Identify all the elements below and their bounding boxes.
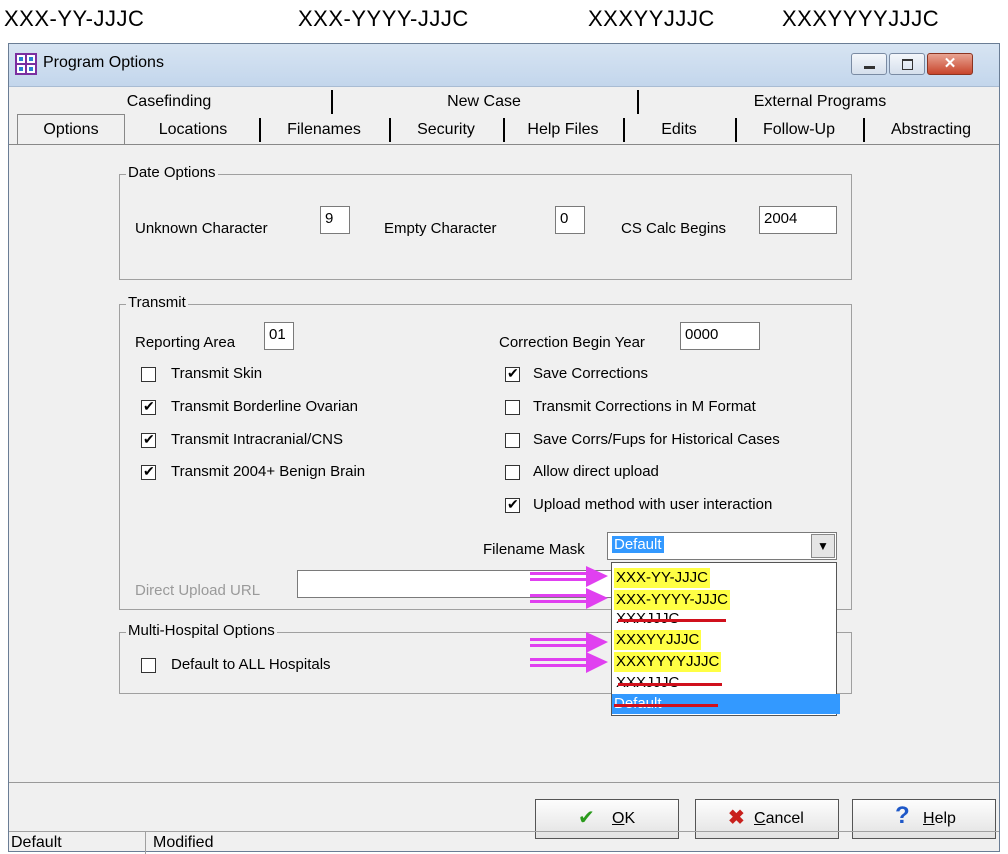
tab-edits[interactable]: Edits xyxy=(625,121,733,139)
filename-mask-combo[interactable]: Default ▼ xyxy=(607,532,837,560)
group-title: Transmit xyxy=(126,294,188,311)
status-separator xyxy=(145,832,146,854)
caption-mask-4: XXXYYYYJJJC xyxy=(782,6,940,31)
app-icon xyxy=(15,53,37,75)
upload-user-interaction-checkbox[interactable] xyxy=(505,496,520,513)
ok-label: K xyxy=(624,810,636,827)
help-label: elp xyxy=(934,810,956,827)
tab-new-case[interactable]: New Case xyxy=(333,93,635,111)
cs-calc-begins-input[interactable]: 2004 xyxy=(759,206,837,234)
annotation-arrows xyxy=(530,566,608,673)
empty-character-label: Empty Character xyxy=(384,220,497,237)
save-corrs-fups-label[interactable]: Save Corrs/Fups for Historical Cases xyxy=(533,431,780,448)
chevron-down-icon: ▼ xyxy=(817,539,829,553)
strikethrough-mark xyxy=(618,619,726,622)
transmit-benign-brain-checkbox[interactable] xyxy=(141,463,156,480)
tab-casefinding[interactable]: Casefinding xyxy=(9,93,329,111)
close-icon: ✕ xyxy=(943,55,957,72)
group-title: Date Options xyxy=(126,164,218,181)
tab-filenames[interactable]: Filenames xyxy=(261,121,387,139)
transmit-borderline-ovarian-label[interactable]: Transmit Borderline Ovarian xyxy=(171,398,358,415)
arrow-right-icon xyxy=(530,588,608,609)
status-bar: Default Modified xyxy=(9,831,999,854)
reporting-area-input[interactable]: 01 xyxy=(264,322,294,350)
default-all-hospitals-checkbox[interactable] xyxy=(141,658,156,673)
status-left: Default xyxy=(11,834,62,851)
unknown-character-input[interactable]: 9 xyxy=(320,206,350,234)
tab-locations[interactable]: Locations xyxy=(129,121,257,139)
save-corrections-label[interactable]: Save Corrections xyxy=(533,365,648,382)
tab-options[interactable]: Options xyxy=(17,114,125,145)
empty-character-input[interactable]: 0 xyxy=(555,206,585,234)
dropdown-option[interactable]: XXX-YY-JJJC xyxy=(614,568,710,588)
save-corrs-fups-checkbox[interactable] xyxy=(505,433,520,448)
save-corrections-checkbox[interactable] xyxy=(505,365,520,382)
correction-begin-year-input[interactable]: 0000 xyxy=(680,322,760,350)
cs-calc-begins-label: CS Calc Begins xyxy=(621,220,727,237)
tab-follow-up[interactable]: Follow-Up xyxy=(737,121,861,139)
minimize-icon xyxy=(864,66,875,69)
dropdown-option[interactable]: XXXYYJJJC xyxy=(614,630,702,650)
filename-mask-dropdown: XXX-YY-JJJC XXX-YYYY-JJJC XXXJJJC XXXYYJ… xyxy=(611,562,840,716)
window-title: Program Options xyxy=(43,54,164,71)
transmit-skin-checkbox[interactable] xyxy=(141,367,156,382)
x-icon: ✖ xyxy=(728,807,745,829)
tab-external-programs[interactable]: External Programs xyxy=(639,93,1001,111)
question-icon: ? xyxy=(895,802,910,829)
dropdown-option[interactable]: XXXYYYYJJJC xyxy=(614,652,722,672)
default-all-hospitals-label[interactable]: Default to ALL Hospitals xyxy=(171,656,331,673)
correction-begin-year-label: Correction Begin Year xyxy=(499,334,645,351)
title-bar[interactable]: Program Options ✕ xyxy=(9,44,999,87)
transmit-intracranial-label[interactable]: Transmit Intracranial/CNS xyxy=(171,431,343,448)
transmit-intracranial-checkbox[interactable] xyxy=(141,431,156,448)
maximize-icon xyxy=(902,59,913,70)
allow-direct-upload-checkbox[interactable] xyxy=(505,465,520,480)
close-button[interactable]: ✕ xyxy=(927,53,973,75)
strikethrough-mark xyxy=(618,683,722,686)
tab-security[interactable]: Security xyxy=(391,121,501,139)
dropdown-option[interactable]: XXX-YYYY-JJJC xyxy=(614,590,730,610)
button-bar: ✔ OK ✖ Cancel ? Help xyxy=(9,782,999,839)
upload-user-interaction-label[interactable]: Upload method with user interaction xyxy=(533,496,772,513)
ok-mnemonic: O xyxy=(612,810,625,827)
direct-upload-url-label: Direct Upload URL xyxy=(135,582,261,599)
checkmark-icon: ✔ xyxy=(578,807,595,829)
transmit-corrections-m-format-checkbox[interactable] xyxy=(505,400,520,415)
allow-direct-upload-label[interactable]: Allow direct upload xyxy=(533,463,659,480)
status-right: Modified xyxy=(153,834,214,851)
reporting-area-label: Reporting Area xyxy=(135,334,236,351)
arrow-right-icon xyxy=(530,566,608,587)
cancel-mnemonic: C xyxy=(754,810,766,827)
arrow-right-icon xyxy=(530,632,608,653)
transmit-corrections-m-format-label[interactable]: Transmit Corrections in M Format xyxy=(533,398,756,415)
maximize-button[interactable] xyxy=(889,53,925,75)
cancel-label: ancel xyxy=(765,810,804,827)
transmit-borderline-ovarian-checkbox[interactable] xyxy=(141,398,156,415)
unknown-character-label: Unknown Character xyxy=(135,220,268,237)
caption-mask-2: XXX-YYYY-JJJC xyxy=(298,6,469,31)
group-title: Multi-Hospital Options xyxy=(126,622,277,639)
program-options-window: Program Options ✕ Casefinding New Case E… xyxy=(8,43,1001,854)
arrow-right-icon xyxy=(530,652,608,673)
caption-mask-3: XXXYYJJJC xyxy=(588,6,715,31)
tab-abstracting[interactable]: Abstracting xyxy=(865,121,997,139)
tab-help-files[interactable]: Help Files xyxy=(505,121,621,139)
strikethrough-mark xyxy=(614,704,718,707)
dropdown-arrow-button[interactable]: ▼ xyxy=(811,534,835,558)
caption-mask-1: XXX-YY-JJJC xyxy=(4,6,145,31)
transmit-benign-brain-label[interactable]: Transmit 2004+ Benign Brain xyxy=(171,463,365,480)
filename-mask-label: Filename Mask xyxy=(483,541,585,558)
transmit-skin-label[interactable]: Transmit Skin xyxy=(171,365,262,382)
minimize-button[interactable] xyxy=(851,53,887,75)
filename-mask-value: Default xyxy=(612,536,664,553)
help-mnemonic: H xyxy=(923,810,935,827)
